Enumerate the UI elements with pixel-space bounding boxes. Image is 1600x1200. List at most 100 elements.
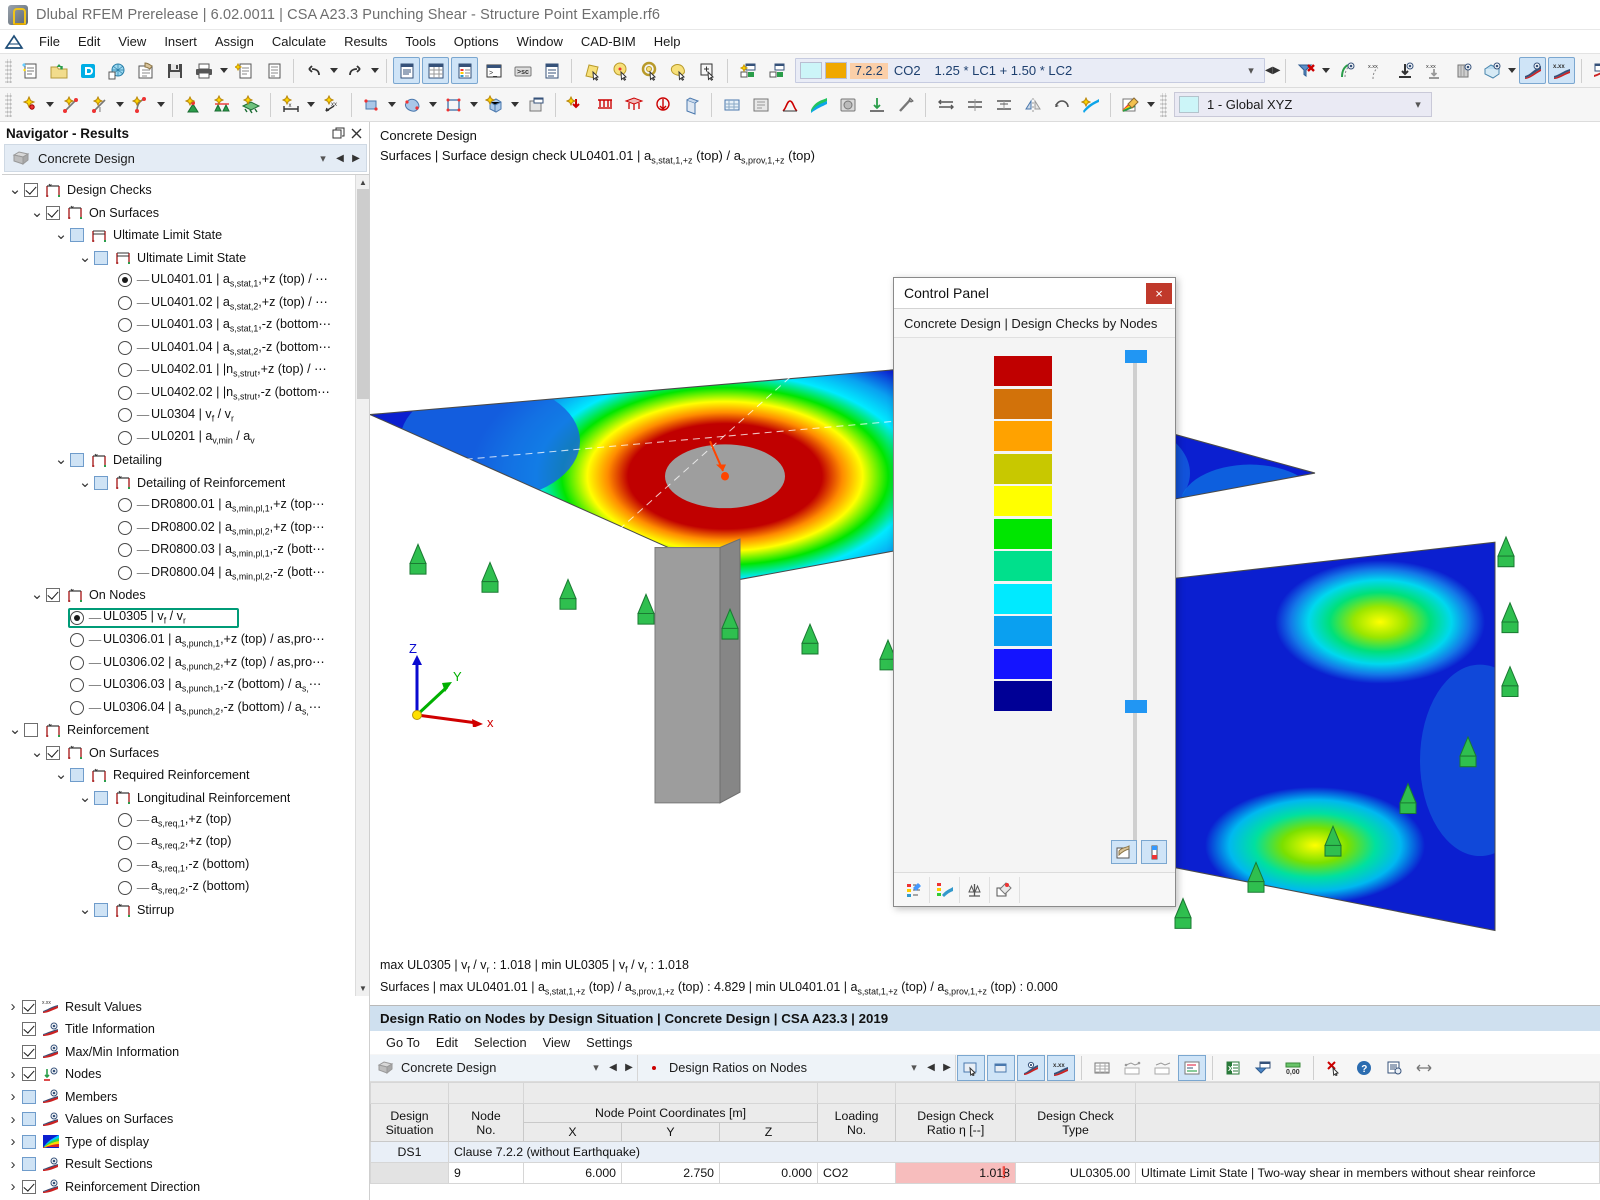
next-load-case-button[interactable]: ▶ — [1273, 58, 1281, 83]
select-surface-icon[interactable] — [578, 57, 605, 84]
table-module-selector[interactable]: Concrete Design ▾ ◀ ▶ — [370, 1054, 638, 1081]
save-icon[interactable] — [161, 57, 188, 84]
scroll-up-icon[interactable]: ▲ — [356, 175, 369, 189]
legend-settings-icon[interactable] — [900, 876, 930, 903]
color-contour-icon[interactable] — [805, 91, 832, 118]
surface-support-icon[interactable] — [237, 91, 264, 118]
th-design-ratio[interactable]: Design Check Ratio η [--] — [895, 1103, 1017, 1142]
tree-radio[interactable] — [118, 385, 132, 400]
tree-item[interactable]: — UL0401.02 | as,stat,2,+z (top) / ⋯ — [2, 292, 355, 315]
chevron-down-icon[interactable]: ⌄ — [52, 767, 70, 782]
resize-table-icon[interactable] — [1410, 1055, 1438, 1081]
undock-icon[interactable] — [329, 124, 347, 142]
color-scale-dropdown-icon[interactable] — [1145, 91, 1157, 118]
chevron-down-icon[interactable]: ⌄ — [76, 250, 94, 265]
tree-checkbox[interactable] — [46, 205, 60, 220]
table-result-next[interactable]: ▶ — [939, 1055, 955, 1080]
cell-design-ratio[interactable]: 1.018 ❗ — [895, 1162, 1017, 1184]
tree-item[interactable]: ⌄ On Surfaces — [2, 742, 355, 765]
table-module-prev[interactable]: ◀ — [605, 1055, 621, 1080]
chevron-down-icon[interactable]: ⌄ — [6, 722, 24, 737]
section-cut-icon[interactable] — [863, 91, 890, 118]
tree-radio[interactable] — [118, 565, 132, 580]
nav-option-checkbox[interactable] — [22, 1134, 36, 1149]
new-building-story-icon[interactable] — [522, 91, 549, 118]
tree-radio[interactable] — [70, 655, 84, 670]
th-node-coordinates[interactable]: Node Point Coordinates [m] — [522, 1103, 819, 1123]
render-mode-icon[interactable] — [834, 91, 861, 118]
tree-item[interactable]: — UL0306.02 | as,punch,2,+z (top) / as,pr… — [2, 652, 355, 675]
surface-dropdown-icon[interactable] — [386, 91, 398, 118]
tree-checkbox[interactable] — [46, 745, 60, 760]
cell-loading-no[interactable]: CO2 — [817, 1162, 897, 1184]
tree-radio[interactable] — [118, 318, 132, 333]
th-coord-y[interactable]: Y — [621, 1122, 720, 1142]
tree-radio[interactable] — [118, 340, 132, 355]
chevron-down-icon[interactable]: ▾ — [1409, 98, 1427, 111]
chevron-right-icon[interactable]: › — [4, 1066, 22, 1083]
dimension-x-icon[interactable]: x — [277, 91, 304, 118]
legend-edit-icon[interactable] — [990, 876, 1020, 903]
nav-option-checkbox[interactable] — [22, 1067, 36, 1082]
tree-item[interactable]: — as,req,1,-z (bottom) — [2, 854, 355, 877]
tree-item[interactable]: — UL0201 | av,min / av — [2, 427, 355, 450]
navigator-prev-button[interactable]: ◀ — [332, 146, 348, 171]
tree-radio[interactable] — [70, 610, 84, 625]
table-menu-goto[interactable]: Go To — [378, 1033, 428, 1052]
open-folder-icon[interactable] — [45, 57, 72, 84]
menu-item-calculate[interactable]: Calculate — [263, 32, 335, 51]
close-icon[interactable]: × — [1146, 282, 1172, 304]
legend-slider-thumb-bottom[interactable] — [1125, 700, 1147, 713]
member-dropdown-icon[interactable] — [155, 91, 167, 118]
tree-radio[interactable] — [118, 835, 132, 850]
scroll-down-icon[interactable]: ▼ — [356, 981, 369, 996]
new-report-icon[interactable] — [231, 57, 258, 84]
nav-option-checkbox[interactable] — [22, 1157, 36, 1172]
show-deformation-icon[interactable] — [1333, 57, 1360, 84]
results-table-icon[interactable] — [451, 57, 478, 84]
redo-dropdown-icon[interactable] — [369, 57, 381, 84]
nav-option-title-information[interactable]: Title Information — [0, 1018, 369, 1041]
tree-item[interactable]: — DR0800.03 | as,min,pl,1,-z (bott⋯ — [2, 539, 355, 562]
tree-radio[interactable] — [118, 543, 132, 558]
align-center-icon[interactable] — [961, 91, 988, 118]
show-result-values-icon[interactable]: x.xx — [1047, 1054, 1075, 1081]
menu-item-edit[interactable]: Edit — [69, 32, 109, 51]
tree-item[interactable]: — UL0401.03 | as,stat,1,-z (bottom⋯ — [2, 314, 355, 337]
results-grid[interactable]: Design Situation Node No. Node Point Coordin… — [370, 1082, 1600, 1184]
redo-icon[interactable] — [341, 57, 368, 84]
line-dropdown-icon[interactable] — [114, 91, 126, 118]
new-nodal-load-icon[interactable] — [562, 91, 589, 118]
new-solid-icon[interactable] — [399, 91, 426, 118]
tree-radio[interactable] — [118, 813, 132, 828]
new-model-icon[interactable] — [16, 57, 43, 84]
tree-item[interactable]: — as,req,1,+z (top) — [2, 809, 355, 832]
tree-checkbox[interactable] — [94, 903, 108, 918]
line-support-icon[interactable] — [208, 91, 235, 118]
3d-viewport[interactable]: Concrete Design Surfaces | Surface desig… — [370, 122, 1600, 1005]
select-in-graphic-icon[interactable] — [957, 1054, 985, 1081]
tree-item[interactable]: — UL0401.01 | as,stat,1,+z (top) / ⋯ — [2, 269, 355, 292]
data-navigator-icon[interactable] — [393, 57, 420, 84]
menu-item-window[interactable]: Window — [508, 32, 572, 51]
toolbar-grip[interactable] — [5, 58, 12, 83]
nav-option-checkbox[interactable] — [22, 1044, 36, 1059]
legend-colors-icon[interactable] — [1141, 840, 1167, 864]
nav-option-max-min-information[interactable]: Max/Min Information — [0, 1041, 369, 1064]
print-preview-icon[interactable] — [132, 57, 159, 84]
show-loads-icon[interactable] — [1391, 57, 1418, 84]
cell-check-type[interactable]: Ultimate Limit State | Two-way shear in … — [1135, 1162, 1600, 1184]
select-arc-icon[interactable] — [636, 57, 663, 84]
tree-item[interactable]: ⌄ Design Checks — [2, 179, 355, 202]
export-excel-icon[interactable]: X — [1219, 1055, 1247, 1081]
tree-item[interactable]: — UL0304 | vf / vr — [2, 404, 355, 427]
table-result-selector[interactable]: Design Ratios on Nodes ▾ ◀ ▶ — [638, 1054, 956, 1081]
chevron-down-icon[interactable]: ▾ — [587, 1061, 605, 1074]
new-opening-icon[interactable] — [440, 91, 467, 118]
nav-option-checkbox[interactable] — [22, 1112, 36, 1127]
show-values-icon[interactable]: x.xx — [1362, 57, 1389, 84]
tree-radio[interactable] — [118, 880, 132, 895]
tree-item[interactable]: — UL0306.04 | as,punch,2,-z (bottom) / as… — [2, 697, 355, 720]
solid-dropdown-icon[interactable] — [427, 91, 439, 118]
tree-radio[interactable] — [70, 633, 84, 648]
